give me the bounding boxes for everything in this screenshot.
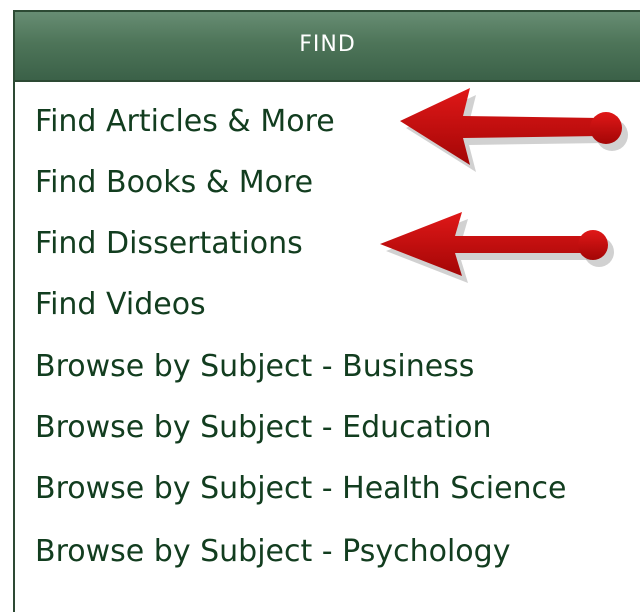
red-pointer-arrow-icon [380, 212, 614, 283]
red-pointer-arrow-icon [400, 88, 628, 172]
annotation-arrows [380, 88, 628, 283]
